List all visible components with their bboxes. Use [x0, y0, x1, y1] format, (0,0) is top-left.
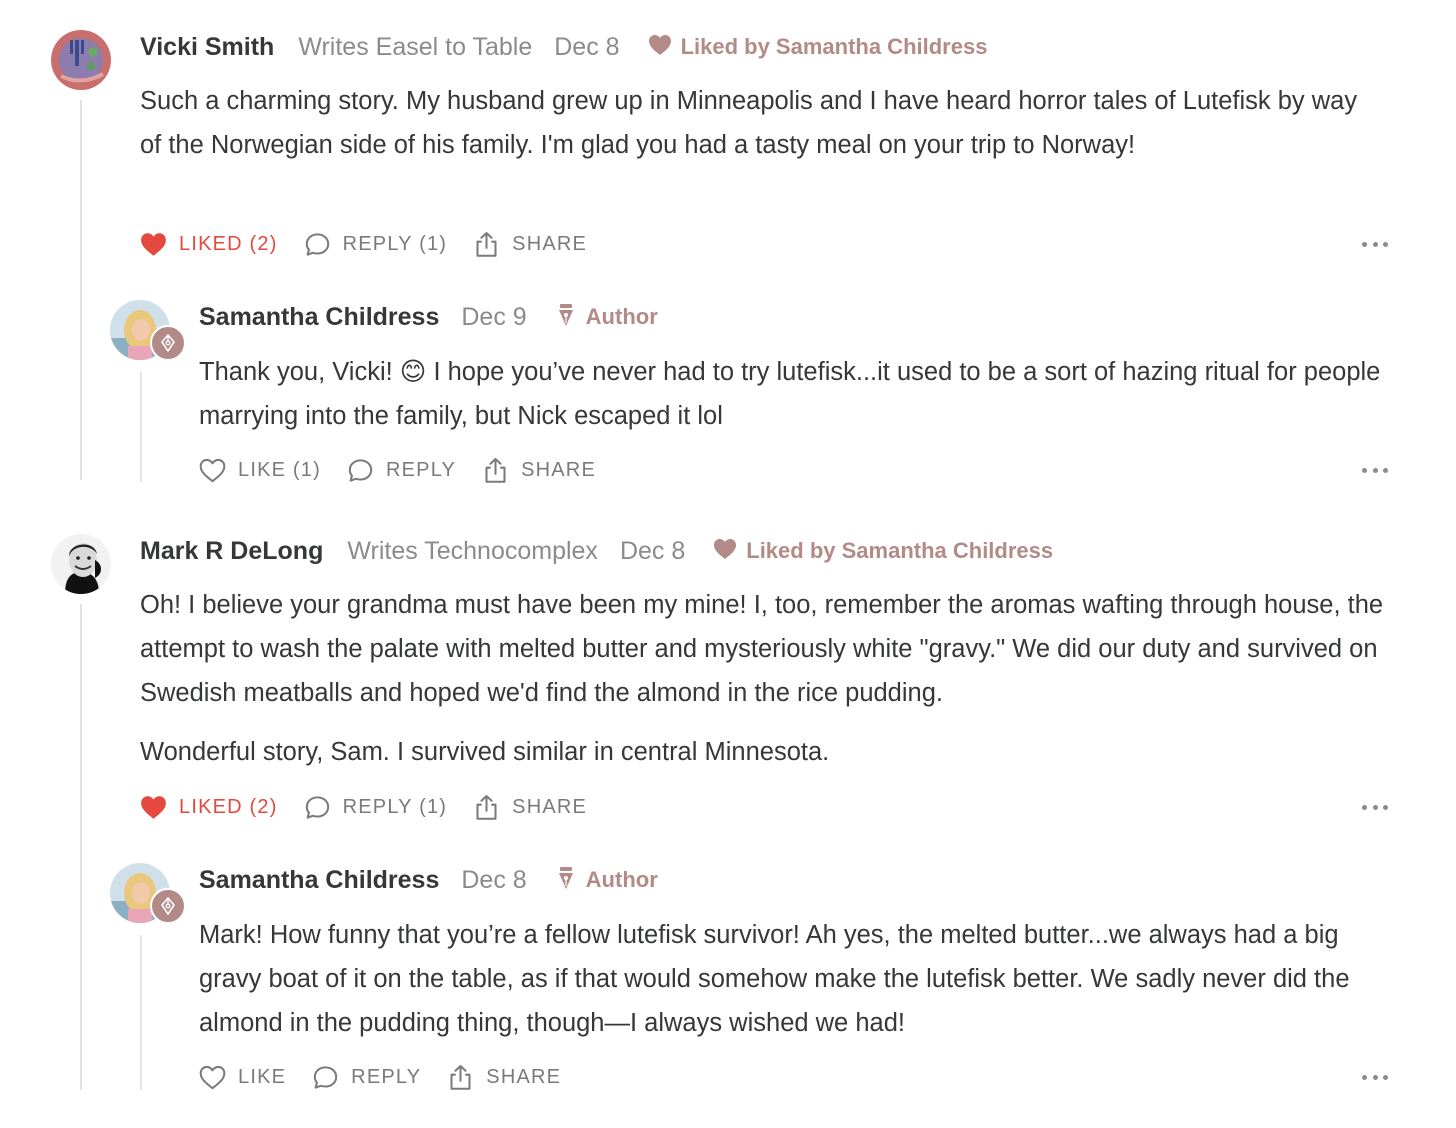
reply-actions: LIKE REPLY SHARE — [199, 1061, 587, 1093]
heart-icon — [199, 458, 226, 482]
like-label: LIKED (2) — [179, 795, 278, 818]
pen-nib-icon — [161, 897, 175, 915]
reply-body: Mark! How funny that you’re a fellow lut… — [199, 913, 1389, 1045]
avatar-vicki-smith[interactable] — [51, 30, 111, 90]
commenter-publication[interactable]: Writes Easel to Table — [298, 33, 532, 62]
comment-paragraph: Oh! I believe your grandma must have bee… — [140, 591, 1384, 707]
comment-date[interactable]: Dec 8 — [620, 537, 685, 566]
thread-line — [80, 604, 82, 1090]
comment-actions: LIKED (2) REPLY (1) SHARE — [140, 791, 613, 823]
reply-label: REPLY — [385, 458, 457, 481]
reply-button[interactable]: REPLY (1) — [304, 794, 448, 821]
share-button[interactable]: SHARE — [473, 231, 587, 258]
pen-nib-icon — [558, 304, 573, 326]
comment-actions: LIKED (2) REPLY (1) SHARE — [140, 228, 613, 260]
reply-button[interactable]: REPLY (1) — [304, 231, 448, 258]
reply-label: REPLY (1) — [342, 795, 448, 818]
heart-icon — [141, 795, 166, 819]
like-label: LIKED (2) — [179, 232, 278, 255]
comment-paragraph: Such a charming story. My husband grew u… — [140, 87, 1358, 159]
reply-button[interactable]: REPLY — [312, 1064, 421, 1091]
like-label: LIKE (1) — [238, 458, 321, 481]
reply-meta: Samantha Childress Dec 8 Author — [199, 863, 658, 897]
commenter-name[interactable]: Samantha Childress — [199, 303, 439, 332]
comment-body: Oh! I believe your grandma must have bee… — [140, 583, 1390, 774]
share-icon — [450, 1064, 471, 1090]
thread-line — [80, 100, 82, 480]
heart-icon — [714, 539, 737, 559]
reply-meta: Samantha Childress Dec 9 Author — [199, 300, 658, 334]
reply-label: REPLY (1) — [342, 232, 448, 255]
pen-nib-icon — [161, 334, 175, 352]
author-badge — [150, 888, 186, 924]
like-button[interactable]: LIKE — [199, 1064, 286, 1091]
comment-date[interactable]: Dec 8 — [554, 33, 619, 62]
liked-by-author: Liked by Samantha Childress — [648, 34, 988, 60]
share-icon — [485, 457, 506, 483]
more-dots-icon[interactable] — [1362, 240, 1388, 248]
liked-by-author: Liked by Samantha Childress — [713, 538, 1053, 564]
share-label: SHARE — [512, 232, 588, 255]
like-button[interactable]: LIKED (2) — [140, 794, 278, 821]
comment-meta: Mark R DeLong Writes Technocomplex Dec 8… — [140, 534, 1053, 568]
author-label: Author — [585, 867, 658, 892]
commenter-publication[interactable]: Writes Technocomplex — [347, 537, 598, 566]
share-button[interactable]: SHARE — [473, 794, 587, 821]
author-tag: Author — [557, 867, 658, 893]
reply-actions: LIKE (1) REPLY SHARE — [199, 454, 622, 486]
comment-bubble-icon — [305, 232, 329, 256]
like-button[interactable]: LIKE (1) — [199, 457, 321, 484]
like-label: LIKE — [238, 1065, 287, 1088]
share-label: SHARE — [521, 458, 596, 481]
comment-bubble-icon — [313, 1065, 338, 1089]
more-dots-icon[interactable] — [1362, 803, 1388, 811]
pen-nib-icon — [558, 867, 573, 889]
commenter-name[interactable]: Samantha Childress — [199, 866, 439, 895]
share-button[interactable]: SHARE — [482, 457, 596, 484]
liked-by-label: Liked by Samantha Childress — [680, 34, 988, 59]
comment-date[interactable]: Dec 8 — [461, 866, 526, 895]
comment-bubble-icon — [348, 458, 373, 482]
comment-paragraph: Mark! How funny that you’re a fellow lut… — [199, 921, 1350, 1037]
heart-icon — [648, 35, 671, 55]
commenter-name[interactable]: Vicki Smith — [140, 33, 274, 62]
author-tag: Author — [557, 304, 658, 330]
author-label: Author — [585, 304, 658, 329]
liked-by-label: Liked by Samantha Childress — [746, 538, 1054, 563]
share-icon — [476, 794, 497, 820]
thread-line — [140, 372, 142, 482]
comment-body: Such a charming story. My husband grew u… — [140, 79, 1380, 167]
share-button[interactable]: SHARE — [447, 1064, 561, 1091]
share-label: SHARE — [486, 1065, 562, 1088]
reply-label: REPLY — [351, 1065, 422, 1088]
commenter-name[interactable]: Mark R DeLong — [140, 537, 323, 566]
heart-icon — [199, 1065, 226, 1089]
comment-meta: Vicki Smith Writes Easel to Table Dec 8 … — [140, 30, 987, 64]
author-badge — [150, 325, 186, 361]
share-label: SHARE — [512, 795, 588, 818]
more-dots-icon[interactable] — [1362, 466, 1388, 474]
heart-icon — [141, 232, 166, 256]
comment-bubble-icon — [305, 795, 329, 819]
reply-body: Thank you, Vicki! 😊 I hope you’ve never … — [199, 350, 1399, 438]
thread-line — [140, 935, 142, 1090]
share-icon — [476, 231, 497, 257]
comment-date[interactable]: Dec 9 — [461, 303, 526, 332]
reply-button[interactable]: REPLY — [347, 457, 456, 484]
avatar-mark-delong[interactable] — [51, 534, 111, 594]
more-dots-icon[interactable] — [1362, 1073, 1388, 1081]
comment-paragraph: Wonderful story, Sam. I survived similar… — [140, 738, 830, 766]
like-button[interactable]: LIKED (2) — [140, 231, 278, 258]
comment-paragraph: Thank you, Vicki! 😊 I hope you’ve never … — [199, 358, 1381, 430]
